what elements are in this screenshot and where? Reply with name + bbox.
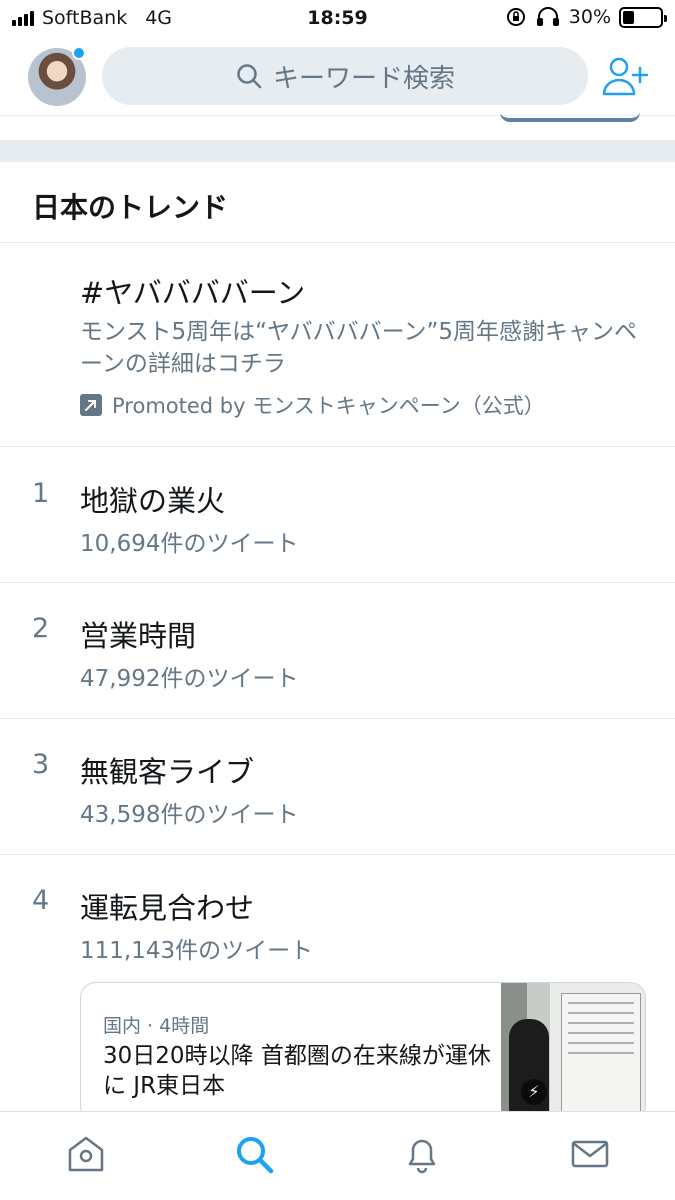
divider — [0, 718, 675, 719]
hidden-button-edge — [500, 112, 640, 122]
divider — [0, 242, 675, 243]
trend-tweet-count: 111,143件のツイート — [80, 938, 314, 964]
news-meta: 国内 · 4時間 — [103, 1015, 210, 1037]
add-user-icon[interactable] — [600, 54, 648, 98]
home-icon — [68, 1136, 104, 1172]
battery-percent: 30% — [568, 6, 611, 28]
promoted-icon — [80, 394, 102, 416]
section-divider — [0, 140, 675, 162]
rotation-lock-icon — [506, 8, 525, 26]
trend-name[interactable]: 営業時間 — [80, 613, 196, 655]
tab-home[interactable] — [64, 1132, 108, 1176]
trend-name[interactable]: 運転見合わせ — [80, 885, 254, 927]
news-card[interactable]: 国内 · 4時間 30日20時以降 首都圏の在来線が運休に JR東日本 ⚡ — [80, 982, 646, 1122]
news-thumbnail: ⚡ — [501, 983, 645, 1121]
messages-icon — [571, 1140, 609, 1168]
tab-bar — [0, 1111, 675, 1200]
divider — [0, 854, 675, 855]
promoted-by-label: Promoted by モンストキャンペーン（公式） — [112, 394, 545, 418]
news-headline[interactable]: 30日20時以降 首都圏の在来線が運休に JR東日本 — [103, 1041, 493, 1101]
trend-rank: 3 — [32, 749, 50, 780]
tab-notifications[interactable] — [400, 1132, 444, 1176]
trend-name[interactable]: 地獄の業火 — [80, 478, 225, 520]
notifications-icon — [408, 1139, 436, 1174]
trend-tweet-count: 47,992件のツイート — [80, 666, 299, 692]
thumbnail-notice — [561, 993, 641, 1113]
status-bar: SoftBank 4G 18:59 30% — [0, 0, 675, 38]
trend-tweet-count: 10,694件のツイート — [80, 531, 299, 557]
promoted-trend-description: モンスト5周年は“ヤババババーン”5周年感謝キャンペーンの詳細はコチラ — [80, 319, 638, 377]
search-placeholder: キーワード検索 — [272, 63, 455, 94]
tab-messages[interactable] — [568, 1132, 612, 1176]
search-icon — [237, 64, 262, 89]
trend-rank: 4 — [32, 885, 50, 916]
trends-title: 日本のトレンド — [32, 191, 229, 224]
divider — [0, 582, 675, 583]
thumbnail-person — [509, 1019, 549, 1121]
search-input[interactable]: キーワード検索 — [102, 47, 588, 105]
trend-rank: 2 — [32, 613, 50, 644]
status-right: 30% — [505, 6, 667, 28]
trend-name[interactable]: 無観客ライブ — [80, 749, 254, 791]
top-header: キーワード検索 — [0, 38, 675, 116]
promoted-by: Promoted by モンストキャンペーン（公式） — [80, 390, 545, 420]
trend-rank: 1 — [32, 478, 50, 509]
search-icon — [237, 1137, 274, 1174]
battery-fill — [623, 10, 634, 24]
tab-search[interactable] — [232, 1132, 276, 1176]
promoted-trend-name[interactable]: #ヤババババーン — [80, 270, 305, 312]
battery-icon — [619, 6, 667, 28]
divider — [0, 446, 675, 447]
notification-dot — [72, 46, 86, 60]
headphones-icon — [536, 7, 559, 26]
trend-tweet-count: 43,598件のツイート — [80, 802, 299, 828]
lightning-icon: ⚡ — [521, 1079, 547, 1105]
